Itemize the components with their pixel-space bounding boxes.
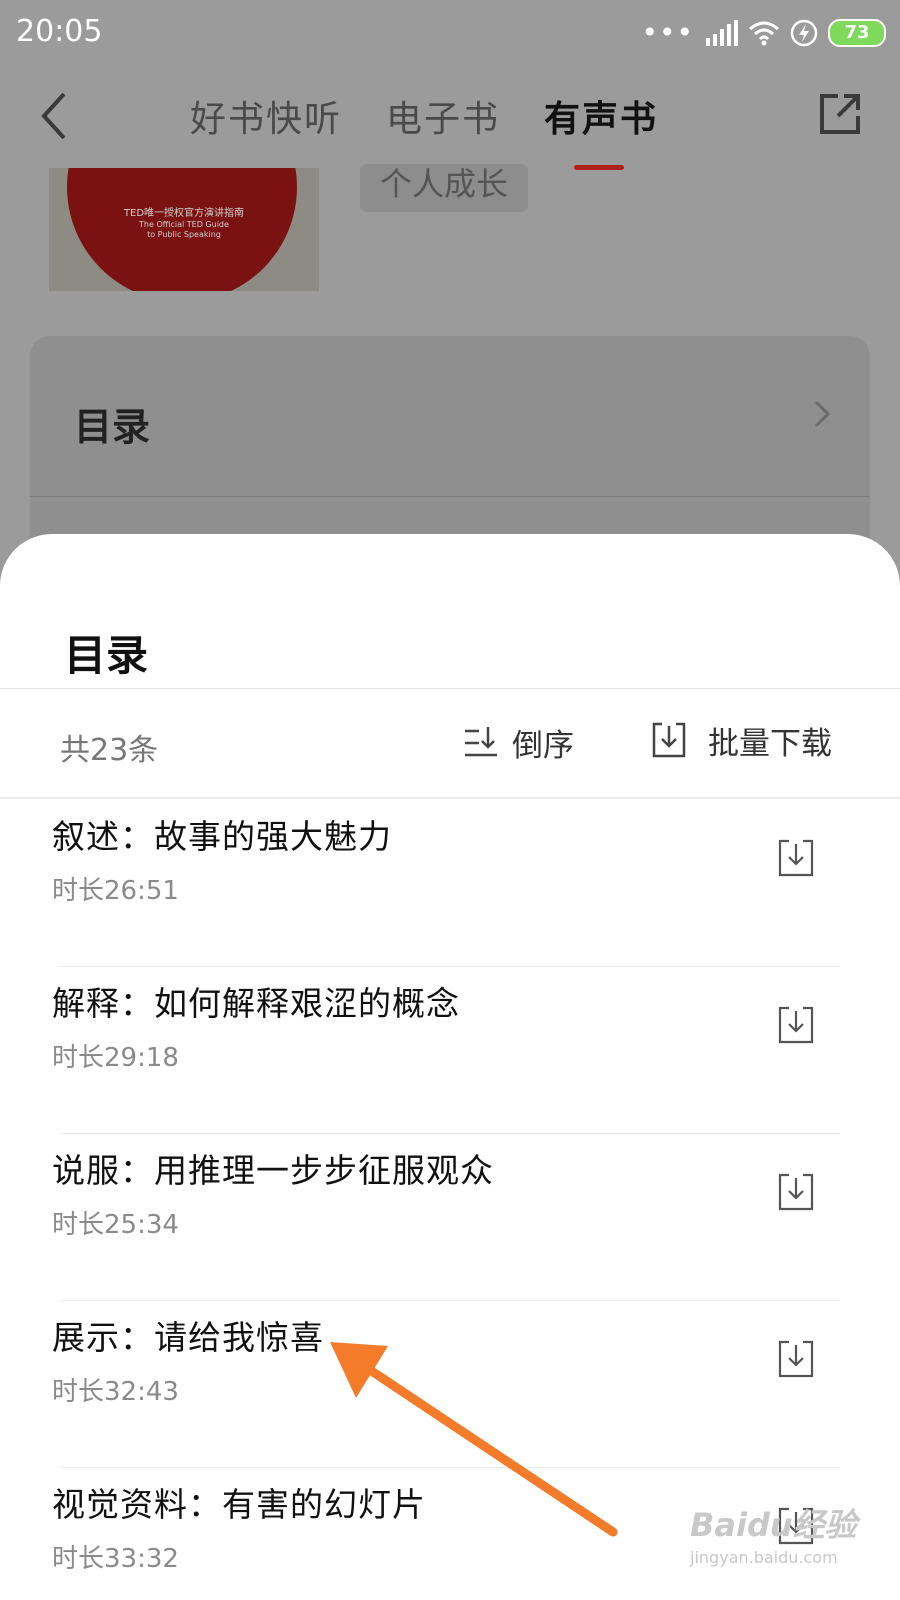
top-nav: 好书快听 电子书 有声书 bbox=[0, 64, 900, 170]
background-catalog-card[interactable]: 目录 bbox=[30, 336, 870, 556]
battery-icon: 73 bbox=[828, 19, 886, 47]
catalog-toolbar: 共23条 倒序 批量下载 bbox=[0, 689, 900, 797]
chapter-title: 叙述：故事的强大魅力 bbox=[52, 817, 392, 856]
cover-text-line2: The Official TED Guide bbox=[139, 220, 229, 229]
tab-ebook[interactable]: 电子书 bbox=[386, 90, 500, 142]
cover-text-line3: to Public Speaking bbox=[147, 230, 221, 239]
watermark-url: jingyan.baidu.com bbox=[690, 1548, 838, 1567]
status-bar: 20:05 ••• 73 bbox=[0, 0, 900, 64]
chapter-duration: 时长32:43 bbox=[52, 1377, 179, 1407]
chapter-title: 视觉资料：有害的幻灯片 bbox=[52, 1485, 426, 1524]
book-cover: TED唯一授权官方演讲指南 The Official TED Guide to … bbox=[49, 168, 319, 291]
chapter-duration: 时长33:32 bbox=[52, 1544, 179, 1574]
sort-icon bbox=[465, 727, 497, 757]
chapter-duration: 时长26:51 bbox=[52, 876, 179, 906]
batch-download-button[interactable]: 批量下载 bbox=[650, 717, 832, 763]
background-card-divider bbox=[30, 496, 870, 497]
tab-audiobook[interactable]: 有声书 bbox=[544, 90, 659, 170]
chapter-row[interactable]: 说服：用推理一步步征服观众 时长25:34 bbox=[0, 1134, 900, 1301]
tab-quick-listen[interactable]: 好书快听 bbox=[190, 90, 342, 142]
batch-download-label: 批量下载 bbox=[708, 725, 832, 762]
chapter-duration: 时长25:34 bbox=[52, 1210, 179, 1240]
chevron-right-icon bbox=[814, 400, 831, 428]
watermark-logo: Baidu经验 bbox=[690, 1506, 857, 1544]
toolbar-divider bbox=[0, 797, 900, 799]
charging-icon bbox=[790, 19, 818, 47]
tab-bar: 好书快听 电子书 有声书 bbox=[190, 90, 659, 170]
download-icon bbox=[652, 722, 686, 758]
chapter-title: 说服：用推理一步步征服观众 bbox=[52, 1151, 494, 1190]
baidu-watermark: Baidu经验 jingyan.baidu.com bbox=[690, 1500, 857, 1567]
catalog-bottom-sheet: 目录 共23条 倒序 批量下载 叙述：故事的强大魅力 时长26:51 解释：如何… bbox=[0, 534, 900, 1600]
signal-icon bbox=[706, 20, 738, 46]
chapter-duration: 时长29:18 bbox=[52, 1043, 179, 1073]
download-icon[interactable] bbox=[776, 1005, 816, 1045]
back-icon[interactable] bbox=[36, 88, 72, 144]
chapter-count: 共23条 bbox=[60, 733, 159, 768]
chapter-row[interactable]: 展示：请给我惊喜 时长32:43 bbox=[0, 1301, 900, 1468]
share-icon[interactable] bbox=[816, 90, 864, 138]
more-dots-icon: ••• bbox=[641, 16, 694, 49]
download-icon[interactable] bbox=[776, 838, 816, 878]
chapter-row[interactable]: 叙述：故事的强大魅力 时长26:51 bbox=[0, 800, 900, 967]
download-icon[interactable] bbox=[776, 1172, 816, 1212]
tab-audiobook-label: 有声书 bbox=[544, 99, 659, 140]
chapter-title: 展示：请给我惊喜 bbox=[52, 1318, 324, 1357]
status-time: 20:05 bbox=[16, 14, 103, 49]
chapter-title: 解释：如何解释艰涩的概念 bbox=[52, 984, 460, 1023]
chapter-list: 叙述：故事的强大魅力 时长26:51 解释：如何解释艰涩的概念 时长29:18 … bbox=[0, 800, 900, 1600]
reverse-order-button[interactable]: 倒序 bbox=[462, 719, 574, 765]
background-catalog-title: 目录 bbox=[74, 405, 151, 449]
category-tag[interactable]: 个人成长 bbox=[360, 164, 529, 212]
chapter-row[interactable]: 解释：如何解释艰涩的概念 时长29:18 bbox=[0, 967, 900, 1134]
download-icon[interactable] bbox=[776, 1339, 816, 1379]
active-tab-indicator bbox=[574, 165, 625, 170]
sheet-title: 目录 bbox=[64, 631, 149, 680]
reverse-order-label: 倒序 bbox=[512, 727, 574, 764]
wifi-icon bbox=[749, 21, 779, 46]
status-icons: ••• 73 bbox=[641, 16, 886, 50]
cover-text-line1: TED唯一授权官方演讲指南 bbox=[123, 208, 245, 219]
